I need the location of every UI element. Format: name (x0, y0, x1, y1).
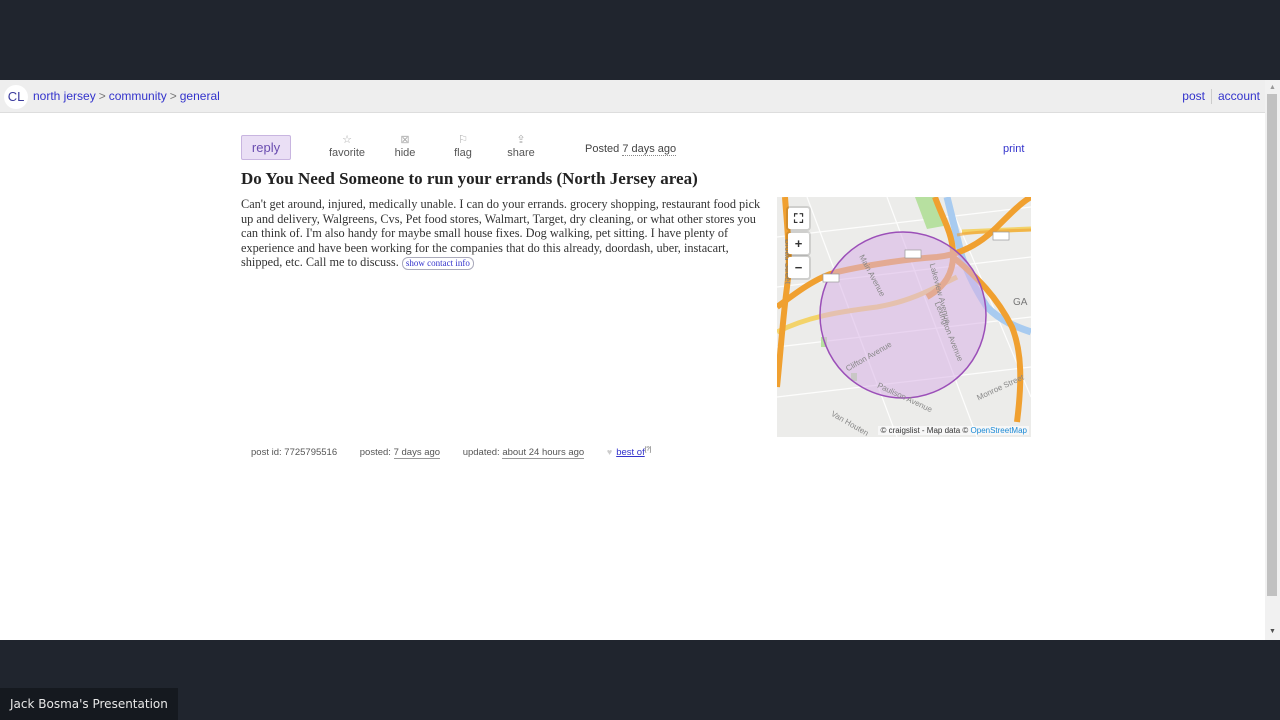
post-id-label: post id: (251, 447, 282, 459)
posted-date: Posted 7 days ago (585, 143, 677, 156)
craigslist-header: CL north jersey > community > general post ac… (0, 80, 1265, 113)
post-info: post id: 7725795516 posted: 7 days ago u… (251, 447, 652, 460)
posted-value: 7 days ago (393, 447, 441, 460)
show-contact-info-button[interactable]: show contact info (401, 257, 474, 270)
zoom-in-button[interactable]: + (788, 233, 809, 254)
share-icon: ⇪ (516, 134, 526, 146)
favorite-label: favorite (328, 147, 366, 159)
location-map[interactable]: Main Avenue Lakeview Avenue Lexington Av… (777, 197, 1031, 437)
reply-button[interactable]: reply (241, 135, 291, 160)
posted-label: posted: (359, 447, 391, 459)
posted-info: posted: 7 days ago (359, 447, 441, 460)
breadcrumb-north-jersey[interactable]: north jersey (33, 89, 96, 103)
best-of-help[interactable]: [?] (645, 447, 652, 453)
post-title: Do You Need Someone to run your errands … (241, 169, 698, 188)
hide-button[interactable]: ⊠ hide (377, 133, 433, 159)
share-button[interactable]: ⇪ share (493, 133, 549, 159)
heart-icon: ♥ (606, 447, 613, 458)
breadcrumb-separator: > (98, 89, 106, 103)
map-attribution: © craigslist - Map data © OpenStreetMap (878, 426, 1029, 435)
vertical-scrollbar[interactable]: ▲ ▼ (1265, 80, 1280, 640)
attribution-text: © craigslist - Map data © (880, 426, 969, 435)
flag-label: flag (454, 147, 472, 159)
user-links: post account (1182, 89, 1260, 105)
favorite-button[interactable]: ☆ favorite (319, 133, 375, 159)
post-id: post id: 7725795516 (251, 447, 337, 458)
flag-button[interactable]: ⚐ flag (435, 133, 491, 159)
browser-viewport: CL north jersey > community > general post ac… (0, 80, 1280, 640)
scroll-thumb[interactable] (1267, 94, 1277, 596)
post-link[interactable]: post (1182, 89, 1205, 103)
hide-label: hide (394, 147, 416, 159)
star-icon: ☆ (342, 134, 352, 146)
trash-icon: ⊠ (400, 134, 410, 146)
updated-label: updated: (462, 447, 500, 459)
post-body-text: Can't get around, injured, medically una… (241, 197, 761, 269)
breadcrumb-general[interactable]: general (180, 89, 220, 103)
best-of-link[interactable]: best of (616, 447, 645, 458)
posted-prefix: Posted (585, 143, 620, 155)
account-link[interactable]: account (1218, 89, 1260, 103)
scroll-up-arrow-icon[interactable]: ▲ (1265, 82, 1280, 94)
updated-value: about 24 hours ago (502, 447, 585, 460)
print-link[interactable]: print (1003, 143, 1024, 155)
craigslist-logo[interactable]: CL (4, 85, 28, 109)
breadcrumb-community[interactable]: community (109, 89, 167, 103)
zoom-out-button[interactable]: − (788, 257, 809, 278)
search-radius-circle (819, 231, 987, 399)
openstreetmap-link[interactable]: OpenStreetMap (971, 426, 1027, 435)
posted-time: 7 days ago (622, 143, 677, 156)
post-id-value: 7725795516 (284, 447, 338, 459)
fullscreen-button[interactable]: ⛶ (788, 208, 809, 229)
scroll-down-arrow-icon[interactable]: ▼ (1265, 626, 1280, 638)
map-label-ga: GA (1013, 297, 1028, 308)
breadcrumb-separator: > (169, 89, 177, 103)
post-body: Can't get around, injured, medically una… (241, 197, 761, 270)
presenter-label: Jack Bosma's Presentation (0, 688, 178, 720)
link-divider (1210, 89, 1212, 105)
share-label: share (507, 147, 535, 159)
updated-info: updated: about 24 hours ago (462, 447, 585, 460)
flag-icon: ⚐ (458, 134, 468, 146)
breadcrumb: north jersey > community > general (33, 89, 220, 103)
